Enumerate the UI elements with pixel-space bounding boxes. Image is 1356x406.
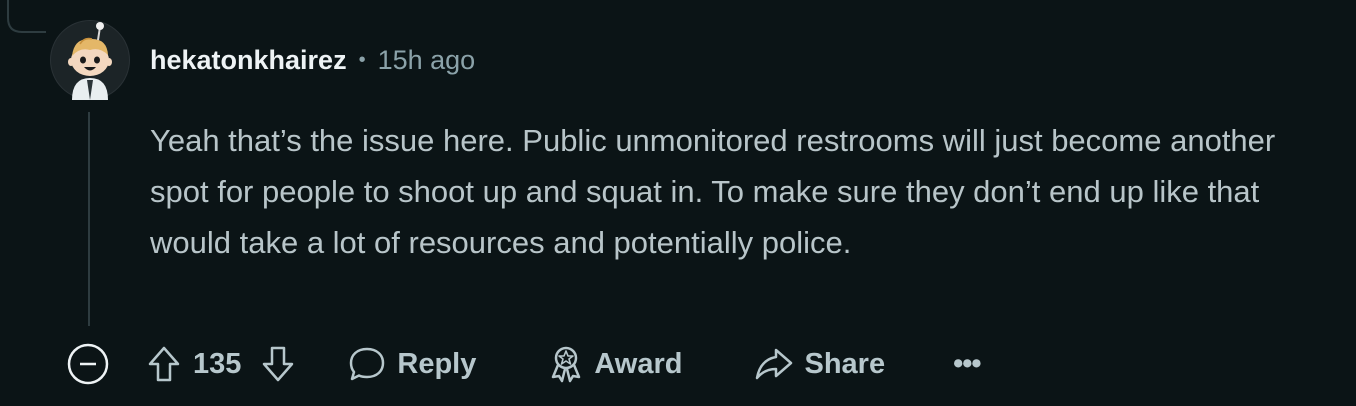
award-icon bbox=[548, 344, 584, 384]
reply-button[interactable]: Reply bbox=[347, 345, 476, 383]
reply-label: Reply bbox=[397, 347, 477, 380]
vote-controls: 135 bbox=[147, 345, 295, 383]
avatar[interactable] bbox=[50, 20, 130, 100]
award-label: Award bbox=[594, 347, 683, 380]
comment-body: Yeah that’s the issue here. Public unmon… bbox=[150, 115, 1300, 268]
share-label: Share bbox=[804, 347, 886, 380]
speech-bubble-icon bbox=[347, 345, 387, 383]
arrow-up-icon[interactable] bbox=[147, 345, 181, 383]
timestamp[interactable]: 15h ago bbox=[378, 45, 476, 76]
arrow-down-icon[interactable] bbox=[261, 345, 295, 383]
comment-container: hekatonkhairez • 15h ago Yeah that’s the… bbox=[0, 0, 1356, 406]
share-arrow-icon bbox=[754, 346, 794, 382]
thread-line[interactable] bbox=[88, 112, 90, 326]
more-options-button[interactable]: ••• bbox=[953, 348, 981, 381]
meta-separator: • bbox=[358, 48, 366, 71]
comment-text: Yeah that’s the issue here. Public unmon… bbox=[150, 123, 1276, 260]
comment-actions: 135 Reply Award Share ••• bbox=[66, 340, 982, 388]
vote-count: 135 bbox=[193, 347, 242, 380]
minus-circle-icon[interactable] bbox=[66, 342, 110, 386]
share-button[interactable]: Share bbox=[754, 346, 885, 382]
award-button[interactable]: Award bbox=[548, 344, 682, 384]
comment-header: hekatonkhairez • 15h ago bbox=[150, 42, 475, 78]
username-link[interactable]: hekatonkhairez bbox=[150, 45, 347, 76]
